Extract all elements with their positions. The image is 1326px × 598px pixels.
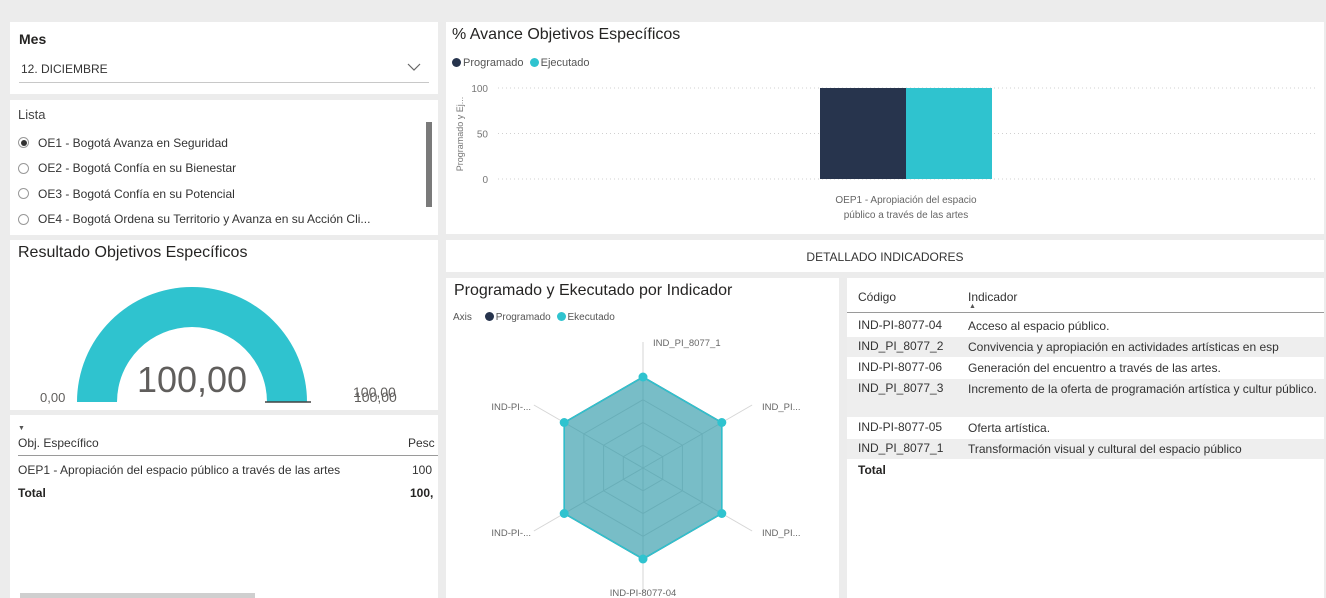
avance-chart-card: % Avance Objetivos Específicos Programad… bbox=[446, 22, 1324, 234]
cell-obj: OEP1 - Apropiación del espacio público a… bbox=[18, 463, 341, 477]
y-axis-label: Programado y Ej... bbox=[455, 97, 465, 172]
cell-indicador: Convivencia y apropiación en actividades… bbox=[968, 340, 1279, 354]
radar-area-ekecutado bbox=[563, 376, 723, 560]
y-tick-label: 100 bbox=[471, 84, 488, 95]
mes-title: Mes bbox=[19, 31, 47, 47]
radar-chart-card: Programado y Ekecutado por Indicador Axi… bbox=[446, 278, 839, 598]
radio-button-icon[interactable] bbox=[18, 137, 29, 149]
lista-item[interactable]: OE3 - Bogotá Confía en su Potencial bbox=[18, 181, 428, 207]
radio-button-icon[interactable] bbox=[18, 188, 29, 200]
cell-indicador: Transformación visual y cultural del esp… bbox=[968, 442, 1242, 456]
table-total-row: Total 100, bbox=[18, 484, 438, 504]
mes-selected-value: 12. DICIEMBRE bbox=[21, 62, 108, 76]
lista-items: OE1 - Bogotá Avanza en Seguridad OE2 - Bo… bbox=[18, 130, 428, 232]
bar-chart: 100 50 0 Programado y Ej... OEP1 - Apropiaci… bbox=[455, 84, 1318, 221]
column-header-peso[interactable]: Pesc bbox=[408, 436, 435, 450]
y-tick-label: 0 bbox=[482, 175, 488, 186]
cell-peso: 100 bbox=[412, 463, 433, 477]
total-label: Total bbox=[858, 463, 886, 477]
chevron-down-icon[interactable] bbox=[405, 60, 423, 74]
radar-point bbox=[638, 554, 648, 564]
radar-point bbox=[559, 418, 569, 427]
radar-chart: IND_PI_8077_1 IND_PI... IND_PI... IND-PI-80… bbox=[491, 338, 801, 598]
sort-asc-icon[interactable]: ▲ bbox=[969, 303, 976, 310]
obj-especifico-table: ▼ Obj. Específico Pesc OEP1 - Apropiació… bbox=[10, 415, 438, 598]
table-row[interactable]: IND_PI_8077_2 Convivencia y apropiación e… bbox=[847, 337, 1324, 357]
radar-axis-label: IND-PI-8077-04 bbox=[610, 588, 677, 598]
table-total-row: Total bbox=[847, 461, 1324, 481]
cell-codigo: IND-PI-8077-06 bbox=[858, 360, 943, 374]
bar-programado bbox=[820, 88, 906, 179]
cell-indicador: Acceso al espacio público. bbox=[968, 319, 1110, 333]
table-header: ▼ Obj. Específico Pesc bbox=[18, 425, 438, 456]
cell-codigo: IND_PI_8077_2 bbox=[858, 339, 944, 353]
column-header-indicador[interactable]: Indicador bbox=[968, 290, 1017, 304]
gauge-min-label: 0,00 bbox=[40, 390, 65, 405]
lista-slicer: Lista OE1 - Bogotá Avanza en Seguridad OE… bbox=[10, 100, 438, 235]
cell-indicador: Generación del encuentro a través de las… bbox=[968, 361, 1221, 375]
table-row[interactable]: OEP1 - Apropiación del espacio público a… bbox=[18, 461, 438, 481]
radar-point bbox=[638, 372, 648, 382]
indicator-table: Código Indicador ▲ IND-PI-8077-04 Acceso … bbox=[847, 278, 1324, 598]
column-header-codigo[interactable]: Código bbox=[858, 290, 896, 304]
cell-indicador: Incremento de la oferta de programación … bbox=[968, 382, 1317, 396]
lista-item-label: OE1 - Bogotá Avanza en Seguridad bbox=[38, 135, 228, 150]
gauge-value: 100,00 bbox=[137, 359, 247, 400]
cell-codigo: IND_PI_8077_1 bbox=[858, 441, 944, 455]
lista-item-label: OE4 - Bogotá Ordena su Territorio y Avan… bbox=[38, 212, 371, 227]
cell-codigo: IND-PI-8077-04 bbox=[858, 318, 943, 332]
table-header: Código Indicador ▲ bbox=[847, 278, 1324, 313]
radar-point bbox=[559, 509, 569, 518]
radar-axis-label: IND-PI-... bbox=[491, 528, 531, 539]
x-tick-label: público a través de las artes bbox=[844, 210, 969, 221]
radio-button-icon[interactable] bbox=[18, 162, 29, 174]
table-row[interactable]: IND_PI_8077_3 Incremento de la oferta de … bbox=[847, 379, 1324, 417]
radio-button-icon[interactable] bbox=[18, 213, 29, 225]
table-row[interactable]: IND-PI-8077-04 Acceso al espacio público. bbox=[847, 316, 1324, 336]
total-label: Total bbox=[18, 486, 46, 500]
lista-scrollbar[interactable] bbox=[426, 122, 432, 207]
total-value: 100, bbox=[410, 486, 434, 500]
gauge-chart: 100,000,00 100,00100,00 bbox=[40, 287, 397, 405]
radar-axis-label: IND-PI-... bbox=[491, 402, 531, 413]
bar-ejecutado bbox=[906, 88, 992, 179]
y-tick-label: 50 bbox=[477, 130, 489, 141]
mes-slicer: Mes 12. DICIEMBRE bbox=[10, 22, 438, 94]
lista-item[interactable]: OE1 - Bogotá Avanza en Seguridad bbox=[18, 130, 428, 156]
radar-axis-label: IND_PI... bbox=[762, 528, 801, 539]
radar-axis-label: IND_PI... bbox=[762, 402, 801, 413]
radar-point bbox=[717, 418, 727, 427]
table-row[interactable]: IND-PI-8077-06 Generación del encuentro a… bbox=[847, 358, 1324, 378]
lista-item-label: OE2 - Bogotá Confía en su Bienestar bbox=[38, 161, 237, 176]
lista-item-label: OE3 - Bogotá Confía en su Potencial bbox=[38, 186, 235, 201]
x-tick-label: OEP1 - Apropiación del espacio bbox=[835, 195, 977, 206]
cell-codigo: IND-PI-8077-05 bbox=[858, 420, 943, 434]
lista-title: Lista bbox=[18, 107, 46, 122]
lista-item[interactable]: OE2 - Bogotá Confía en su Bienestar bbox=[18, 156, 428, 182]
gauge-target-label: 100,00 bbox=[354, 389, 397, 405]
table-row[interactable]: IND_PI_8077_1 Transformación visual y cul… bbox=[847, 439, 1324, 459]
gauge-card: Resultado Objetivos Específicos 100,00 0,… bbox=[10, 240, 438, 410]
radar-point bbox=[717, 509, 727, 518]
sort-desc-icon[interactable]: ▼ bbox=[18, 425, 25, 432]
detallado-header: DETALLADO INDICADORES bbox=[446, 240, 1324, 272]
cell-codigo: IND_PI_8077_3 bbox=[858, 381, 944, 395]
lista-item[interactable]: OE4 - Bogotá Ordena su Territorio y Avan… bbox=[18, 207, 428, 233]
radar-axis-label: IND_PI_8077_1 bbox=[653, 338, 721, 349]
mes-dropdown[interactable]: 12. DICIEMBRE bbox=[19, 56, 429, 83]
table-row[interactable]: IND-PI-8077-05 Oferta artística. bbox=[847, 418, 1324, 438]
cell-indicador: Oferta artística. bbox=[968, 421, 1051, 435]
column-header-obj[interactable]: Obj. Específico bbox=[18, 436, 99, 450]
horizontal-scrollbar[interactable] bbox=[20, 593, 255, 598]
section-title: DETALLADO INDICADORES bbox=[806, 250, 964, 264]
